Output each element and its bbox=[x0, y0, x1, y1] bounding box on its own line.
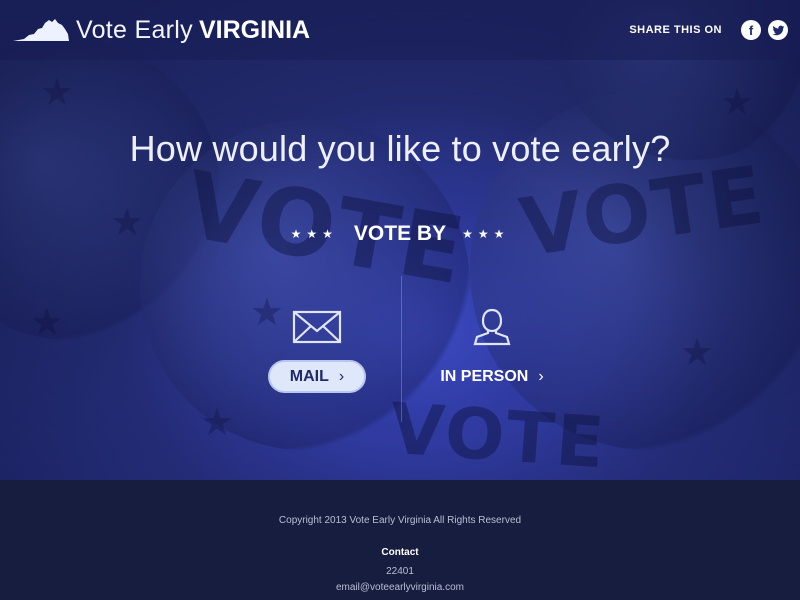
contact-zip: 22401 bbox=[386, 566, 414, 577]
copyright-text: Copyright 2013 Vote Early Virginia All R… bbox=[278, 515, 522, 526]
virginia-state-icon bbox=[13, 19, 69, 41]
vote-by-heading: ★★★ VOTE BY ★★★ bbox=[0, 222, 800, 246]
contact-email-link[interactable]: email@voteearlyvirginia.com bbox=[0, 582, 800, 593]
site-footer: Copyright 2013 Vote Early Virginia All R… bbox=[0, 480, 800, 600]
share-bar: SHARE THIS ON f bbox=[629, 20, 788, 40]
chevron-right-icon: › bbox=[538, 367, 544, 385]
facebook-icon[interactable]: f bbox=[741, 20, 761, 40]
stars-right: ★★★ bbox=[462, 227, 510, 241]
page-question: How would you like to vote early? bbox=[129, 128, 671, 169]
option-mail: MAIL › bbox=[266, 306, 368, 393]
chevron-right-icon: › bbox=[338, 367, 345, 385]
vote-by-label: VOTE BY bbox=[353, 222, 447, 245]
envelope-icon[interactable] bbox=[291, 306, 343, 348]
options-divider bbox=[401, 276, 402, 422]
brand-logo[interactable]: Vote Early VIRGINIA bbox=[12, 16, 310, 45]
in-person-button-label: IN PERSON bbox=[440, 367, 529, 385]
mail-button[interactable]: MAIL › bbox=[268, 360, 366, 393]
share-label: SHARE THIS ON bbox=[629, 24, 722, 36]
option-in-person: IN PERSON › bbox=[424, 306, 560, 393]
twitter-icon[interactable] bbox=[768, 20, 788, 40]
mail-button-label: MAIL bbox=[289, 367, 329, 385]
contact-heading: Contact bbox=[381, 547, 419, 558]
stars-left: ★★★ bbox=[290, 227, 338, 241]
in-person-button[interactable]: IN PERSON › bbox=[440, 360, 543, 393]
brand-name: Vote Early bbox=[76, 15, 193, 44]
twitter-bird-icon bbox=[772, 25, 784, 35]
site-header: Vote Early VIRGINIA SHARE THIS ON f bbox=[0, 0, 800, 60]
brand-state: VIRGINIA bbox=[198, 15, 311, 44]
person-icon[interactable] bbox=[466, 306, 518, 348]
